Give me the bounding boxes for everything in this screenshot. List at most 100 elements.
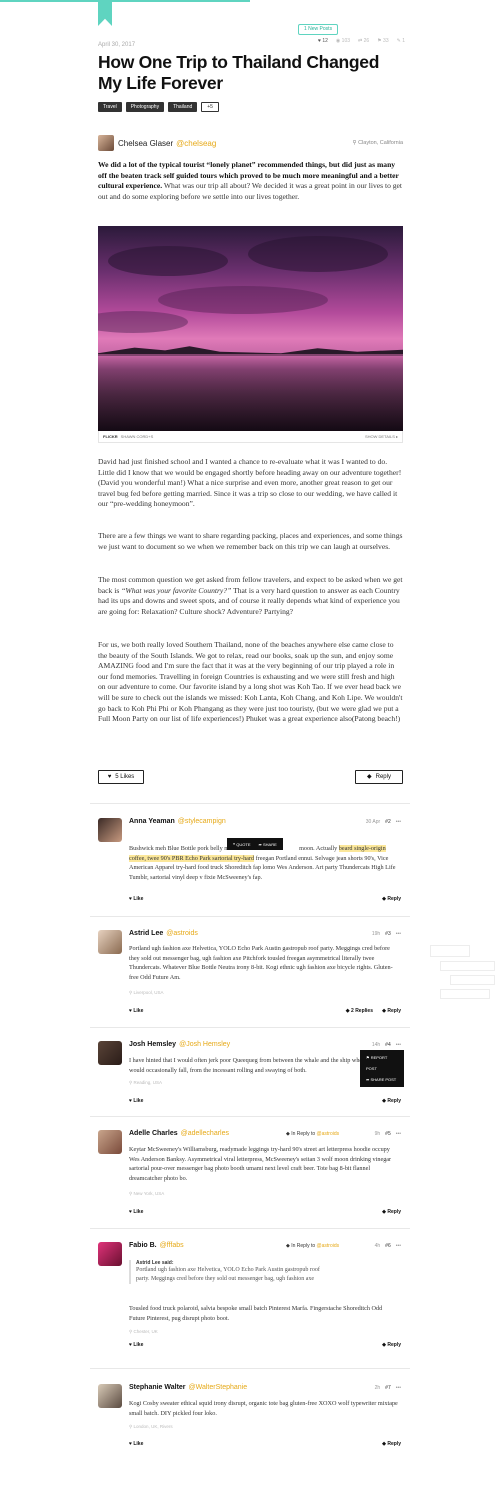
- comment-text: I have hinted that I would often jerk po…: [129, 1057, 375, 1074]
- more-icon[interactable]: •••: [396, 1385, 401, 1391]
- author-avatar[interactable]: [98, 135, 114, 151]
- avatar[interactable]: [98, 930, 122, 954]
- image-source: FLICKR: [103, 434, 118, 439]
- thread-minimap: [430, 945, 500, 1005]
- image-caption-bar: FLICKR SHAWN CORD+S SHOW DETAILS ▸: [98, 431, 403, 443]
- tag-thailand[interactable]: Thailand: [168, 102, 198, 112]
- comment-2: Anna Yeaman @stylecampign 30 Apr #2 ••• Bus…: [98, 818, 403, 918]
- author-name[interactable]: Chelsea Glaser: [118, 139, 173, 148]
- avatar[interactable]: [98, 1384, 122, 1408]
- comment-author: Fabio B. @fffabs: [129, 1242, 184, 1249]
- more-icon[interactable]: •••: [396, 819, 401, 825]
- comment-meta: 2h #7 •••: [374, 1385, 401, 1391]
- image-credit: SHAWN CORD+S: [120, 434, 154, 439]
- shares-stat[interactable]: ⇄ 26: [358, 38, 369, 44]
- comment-meta: 19h #3 •••: [371, 931, 401, 937]
- reply-comment-button[interactable]: ◆ Reply: [382, 1441, 401, 1447]
- comments-stat[interactable]: ✎ 1: [397, 38, 405, 44]
- comment-location: ⚲ New York, USA: [129, 1191, 165, 1196]
- report-post-button[interactable]: ⚑ REPORT POST: [366, 1052, 398, 1074]
- reply-comment-button[interactable]: ◆ Reply: [382, 896, 401, 902]
- comment-6: Fabio B. @fffabs ◆ In Reply to @astroids …: [98, 1242, 403, 1352]
- comment-author: Josh Hemsley @Josh Hemsley: [129, 1041, 231, 1048]
- article-intro: We did a lot of the typical tourist “lon…: [98, 160, 403, 201]
- quoted-comment: Astrid Lee said: Portland ugh fashion ax…: [129, 1260, 329, 1284]
- avatar[interactable]: [98, 1041, 122, 1065]
- comment-meta: 9h #5 •••: [374, 1131, 401, 1137]
- like-comment-button[interactable]: ♥ Like: [129, 1098, 143, 1104]
- more-icon[interactable]: •••: [396, 931, 401, 937]
- article-paragraph-2: There are a few things we want to share …: [98, 531, 403, 551]
- divider: [90, 1116, 410, 1117]
- flags-stat[interactable]: ⚑ 33: [377, 38, 388, 44]
- heart-icon: ♥: [107, 774, 112, 780]
- post-date: April 30, 2017: [98, 42, 136, 48]
- tag-travel[interactable]: Travel: [98, 102, 122, 112]
- like-comment-button[interactable]: ♥ Like: [129, 1008, 143, 1014]
- like-comment-button[interactable]: ♥ Like: [129, 896, 143, 902]
- more-icon[interactable]: •••: [396, 1243, 401, 1249]
- like-comment-button[interactable]: ♥ Like: [129, 1441, 143, 1447]
- view-replies-button[interactable]: ◆ 2 Replies: [346, 1008, 373, 1014]
- avatar[interactable]: [98, 1130, 122, 1154]
- comment-location: ⚲ Reading, USA: [129, 1080, 163, 1085]
- reply-comment-button[interactable]: ◆ Reply: [382, 1098, 401, 1104]
- comment-author: Anna Yeaman @stylecampign: [129, 818, 226, 825]
- in-reply-to[interactable]: ◆ In Reply to @astroids: [286, 1243, 339, 1249]
- divider: [90, 1368, 410, 1369]
- tag-list: Travel Photography Thailand +5: [98, 102, 219, 112]
- comment-4: Josh Hemsley @Josh Hemsley 14h #4 ••• I hav…: [98, 1041, 403, 1111]
- tag-photography[interactable]: Photography: [125, 102, 165, 112]
- author-row: Chelsea Glaser @chelseag ⚲ Clayton, Cali…: [98, 134, 403, 152]
- share-post-button[interactable]: ➦ SHARE POST: [366, 1074, 398, 1085]
- more-icon[interactable]: •••: [396, 1131, 401, 1137]
- show-details-link[interactable]: SHOW DETAILS ▸: [365, 434, 398, 439]
- reply-post-button[interactable]: ◆ Reply: [355, 770, 403, 784]
- comment-text: Kogi Cosby sweater ethical squid irony d…: [129, 1400, 398, 1417]
- new-posts-button[interactable]: 1 New Posts: [298, 24, 339, 35]
- avatar[interactable]: [98, 1242, 122, 1266]
- reply-comment-button[interactable]: ◆ Reply: [382, 1342, 401, 1348]
- comment-text: Tousled food truck polaroid, salvia besp…: [129, 1305, 383, 1322]
- comment-location: ⚲ Liverpool, USA: [129, 990, 164, 995]
- top-progress-bar: [0, 0, 250, 2]
- comment-author: Stephanie Walter @WalterStephanie: [129, 1384, 248, 1391]
- comment-3: Astrid Lee @astroids 19h #3 ••• Portland ug…: [98, 930, 403, 1020]
- article-paragraph-1: David had just finished school and I wan…: [98, 457, 402, 509]
- comment-7: Stephanie Walter @WalterStephanie 2h #7 •••…: [98, 1384, 403, 1454]
- quote-button[interactable]: ❝ QUOTE: [233, 842, 251, 847]
- comment-meta: 4h #6 •••: [374, 1243, 401, 1249]
- comment-text: Keytar McSweeney's Williamsburg, readyma…: [129, 1146, 392, 1182]
- comment-meta: 30 Apr #2 •••: [365, 819, 401, 825]
- divider: [90, 916, 410, 917]
- tag-more-button[interactable]: +5: [201, 102, 219, 112]
- selection-tooltip: ❝ QUOTE ➦ SHARE: [227, 838, 283, 850]
- comment-location: ⚲ Chester, UK: [129, 1329, 158, 1334]
- page-title: How One Trip to Thailand Changed My Life…: [98, 52, 380, 93]
- share-selection-button[interactable]: ➦ SHARE: [259, 842, 277, 847]
- article-paragraph-3: The most common question we get asked fr…: [98, 575, 403, 616]
- hero-image[interactable]: [98, 226, 403, 431]
- comment-author: Adelle Charles @adellecharles: [129, 1130, 229, 1137]
- comment-meta: 14h #4 •••: [371, 1042, 401, 1048]
- divider: [90, 1027, 410, 1028]
- views-stat: ◉ 103: [335, 38, 351, 44]
- like-comment-button[interactable]: ♥ Like: [129, 1209, 143, 1215]
- author-handle[interactable]: @chelseag: [176, 139, 216, 148]
- bookmark-icon[interactable]: [98, 0, 112, 26]
- author-location: ⚲ Clayton, California: [352, 140, 404, 146]
- comment-menu: ⚑ REPORT POST ➦ SHARE POST: [360, 1050, 404, 1087]
- likes-stat[interactable]: ♥ 12: [318, 38, 328, 44]
- comment-5: Adelle Charles @adellecharles ◆ In Reply …: [98, 1130, 403, 1220]
- in-reply-to[interactable]: ◆ In Reply to @astroids: [286, 1131, 339, 1137]
- reply-comment-button[interactable]: ◆ Reply: [382, 1008, 401, 1014]
- like-comment-button[interactable]: ♥ Like: [129, 1342, 143, 1348]
- more-icon[interactable]: •••: [396, 1042, 401, 1048]
- comment-location: ⚲ London, UK, Rivers: [129, 1424, 173, 1429]
- avatar[interactable]: [98, 818, 122, 842]
- reply-icon: ◆: [367, 774, 372, 780]
- like-post-button[interactable]: ♥ 5 Likes: [98, 770, 144, 784]
- quote-text: Portland ugh fashion axe Helvetica, YOLO…: [136, 1267, 320, 1282]
- reply-comment-button[interactable]: ◆ Reply: [382, 1209, 401, 1215]
- comment-author: Astrid Lee @astroids: [129, 930, 198, 937]
